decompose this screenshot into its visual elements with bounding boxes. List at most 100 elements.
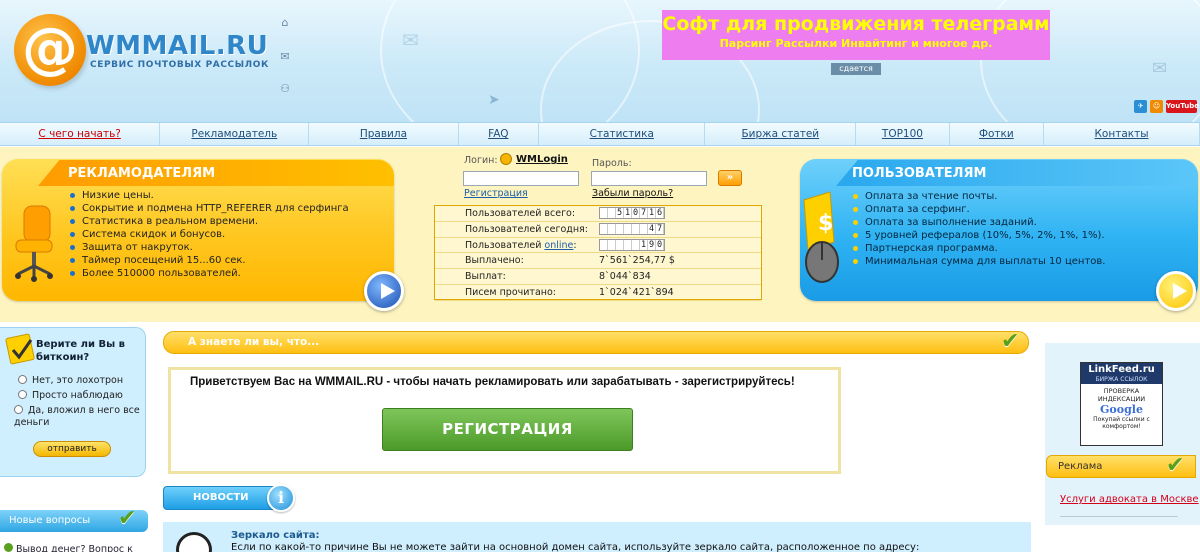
counter-digit: 6 (656, 208, 664, 218)
login-input[interactable] (463, 171, 579, 186)
login-submit-button[interactable]: » (718, 170, 742, 186)
did-you-know-title: А знаете ли вы, что... (188, 336, 320, 348)
info-icon: i (267, 484, 295, 512)
counter-digit: 1 (640, 239, 648, 250)
nav-item-4[interactable]: FAQ (459, 123, 540, 145)
advertisers-list-item: Низкие цены. (68, 189, 388, 202)
new-questions-title: Новые вопросы (9, 515, 91, 526)
users-list-item: Партнерская программа. (851, 242, 1191, 255)
advertisers-list: Низкие цены. Сокрытие и подмена HTTP_REFE… (68, 189, 388, 280)
poll-submit-button[interactable]: отправить (33, 441, 111, 457)
linkfeed-line-b: Покупай ссылки с комфортом! (1093, 416, 1150, 430)
password-input[interactable] (591, 171, 707, 186)
users-title: ПОЛЬЗОВАТЕЛЯМ (852, 166, 987, 181)
linkfeed-banner[interactable]: LinkFeed.ru БИРЖА ССЫЛОК ПРОВЕРКА ИНДЕКС… (1080, 362, 1163, 446)
new-question-item[interactable]: Вывод денег? Вопрос к (4, 543, 133, 552)
ad-banner[interactable]: Софт для продвижения телеграмм Парсинг Р… (662, 10, 1050, 60)
nav-item-5[interactable]: Статистика (539, 123, 706, 145)
counter-digit: 1 (648, 208, 656, 218)
counter-digit: 0 (632, 208, 640, 218)
computer-mouse-icon: $ (803, 191, 839, 283)
stats-row: Пользователей сегодня: 4 7 (435, 222, 761, 238)
counter-digit: 7 (640, 208, 648, 218)
counter-digit (616, 223, 624, 234)
nav-item-7[interactable]: TOP100 (856, 123, 950, 145)
wmlogin-link[interactable]: WMLogin (516, 154, 568, 165)
logo-icon[interactable]: @ (14, 14, 86, 86)
online-link[interactable]: online (544, 240, 573, 251)
nav-item-3[interactable]: Правила (309, 123, 459, 145)
advertisers-title: РЕКЛАМОДАТЕЛЯМ (68, 166, 216, 181)
counter-digit (608, 223, 616, 234)
counter-digit (616, 239, 624, 250)
radio-button[interactable] (18, 375, 27, 384)
advertisers-list-item: Сокрытие и подмена HTTP_REFERER для серф… (68, 202, 388, 215)
odnoklassniki-icon[interactable]: ☺ (1150, 100, 1163, 113)
checkmark-icon: ✔ (1001, 329, 1020, 354)
banner-subtitle: Парсинг Рассылки Инвайтинг и многое др. (719, 37, 993, 50)
stats-table: Пользователей всего: 5 1 0 7 1 6 Пользователей … (434, 205, 762, 301)
poll-option-2[interactable]: Просто наблюдаю (18, 390, 123, 402)
mail-icon[interactable]: ✉ (278, 50, 292, 64)
nav-item-2[interactable]: Рекламодатель (160, 123, 310, 145)
counter-digit: 9 (648, 239, 656, 250)
news-title: НОВОСТИ (193, 492, 249, 503)
stats-value: 8`044`834 (599, 271, 651, 283)
counter-digit: 7 (656, 223, 664, 234)
stats-label: Пользователей сегодня: (465, 223, 588, 235)
stats-row: Пользователей online: 1 9 0 (435, 238, 761, 254)
poll-option-3[interactable]: Да, вложил в него все деньги (14, 405, 140, 429)
advertisers-play-button[interactable] (364, 271, 404, 311)
nav-item-1[interactable]: С чего начать? (0, 123, 161, 145)
linkfeed-subtitle: БИРЖА ССЫЛОК (1081, 376, 1162, 384)
linkfeed-line-a: ПРОВЕРКА ИНДЕКСАЦИИ (1097, 387, 1146, 403)
digit-counter: 47 (599, 222, 665, 235)
svg-text:$: $ (818, 211, 833, 236)
users-play-button[interactable] (1156, 271, 1196, 311)
counter-digit (624, 223, 632, 234)
radio-button[interactable] (18, 390, 27, 399)
telegram-icon[interactable]: ✈ (1134, 100, 1147, 113)
stats-label: Выплат: (465, 271, 506, 283)
counter-digit (624, 239, 632, 250)
nav-item-6[interactable]: Биржа статей (705, 123, 857, 145)
checkmark-icon: ✔ (1166, 453, 1185, 478)
logo-text[interactable]: WMMAIL.RU (86, 32, 268, 60)
sitemap-icon[interactable]: ⚇ (278, 82, 292, 96)
stats-value: 1`024`421`894 (599, 287, 674, 298)
forgot-password-link[interactable]: Забыли пароль? (592, 188, 673, 199)
users-list-item: Оплата за выполнение заданий. (851, 216, 1191, 229)
counter-digit (632, 223, 640, 234)
radio-button[interactable] (14, 405, 23, 414)
counter-digit (608, 239, 616, 250)
counter-digit (600, 239, 608, 250)
ad-link[interactable]: Услуги адвоката в Москве (1060, 494, 1199, 506)
stats-label: Пользователей online: (465, 238, 577, 253)
main-nav: С чего начать? Рекламодатель Правила FAQ Ста… (0, 122, 1200, 146)
divider (1060, 516, 1178, 517)
poll-icon (5, 333, 35, 365)
welcome-text: Приветствуем Вас на WMMAIL.RU - чтобы на… (190, 376, 795, 388)
nav-item-9[interactable]: Контакты (1044, 123, 1200, 145)
poll-option-1[interactable]: Нет, это лохотрон (18, 375, 123, 387)
google-logo: Google (1100, 403, 1143, 416)
question-icon (4, 543, 13, 552)
stats-row: Пользователей всего: 5 1 0 7 1 6 (435, 206, 761, 222)
counter-digit: 4 (648, 223, 656, 234)
paper-plane-icon: ➤ (488, 92, 500, 108)
users-list-item: Оплата за серфинг. (851, 203, 1191, 216)
home-icon[interactable]: ⌂ (278, 16, 292, 30)
login-form: Логин: WMLogin Пароль: » Регистрация Заб… (434, 150, 764, 205)
register-link[interactable]: Регистрация (464, 188, 528, 199)
counter-digit (640, 223, 648, 234)
nav-item-8[interactable]: Фотки (950, 123, 1045, 145)
stats-label: Выплачено: (465, 255, 524, 267)
counter-digit (600, 208, 608, 218)
youtube-icon[interactable]: YouTube (1166, 100, 1199, 113)
register-button[interactable]: РЕГИСТРАЦИЯ (382, 408, 633, 451)
counter-digit: 1 (624, 208, 632, 218)
news-body: Если по какой-то причине Вы не можете за… (231, 542, 920, 552)
digit-counter: 190 (599, 238, 665, 251)
password-label: Пароль: (592, 158, 632, 169)
banner-rent-label[interactable]: сдается (831, 63, 881, 75)
